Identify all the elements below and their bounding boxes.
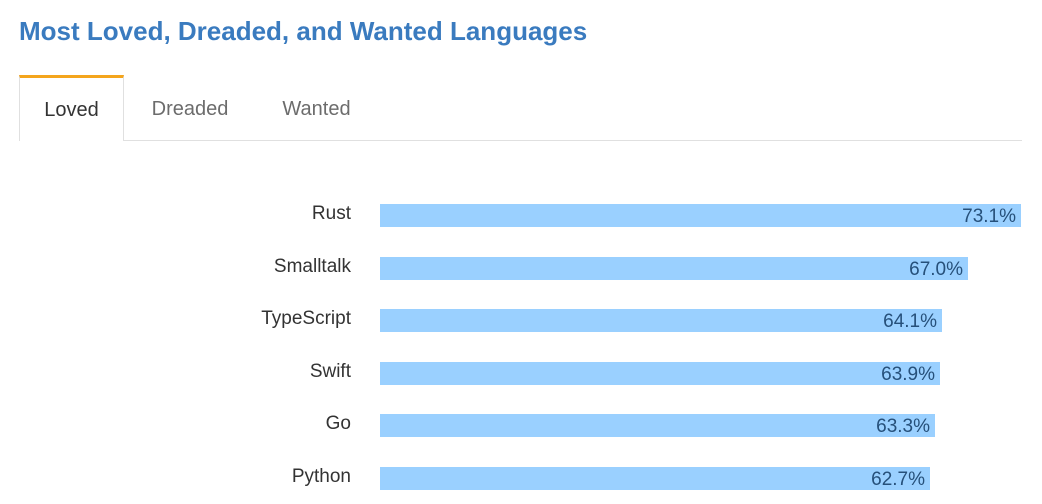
bar-value-label: 73.1% [962,206,1016,227]
bar-value-label: 63.3% [876,416,930,437]
bar [380,467,930,490]
tab-bar: Loved Dreaded Wanted [19,75,1022,141]
tab-dreaded[interactable]: Dreaded [130,75,250,140]
bar-value-label: 62.7% [871,469,925,490]
page-title: Most Loved, Dreaded, and Wanted Language… [19,16,588,46]
category-label: TypeScript [261,308,351,329]
tab-loved[interactable]: Loved [19,75,124,141]
bar-value-label: 67.0% [909,259,963,280]
bar [380,414,935,437]
category-label: Rust [311,203,351,224]
category-label: Python [291,466,351,487]
bar-value-label: 63.9% [881,364,935,385]
category-label: Smalltalk [273,256,351,277]
category-label: Go [325,413,351,434]
tab-wanted[interactable]: Wanted [259,75,374,140]
bar [380,204,1021,227]
bar-value-label: 64.1% [883,311,937,332]
category-label: Swift [309,361,351,382]
bar [380,309,942,332]
bar [380,257,968,280]
bar [380,362,940,385]
